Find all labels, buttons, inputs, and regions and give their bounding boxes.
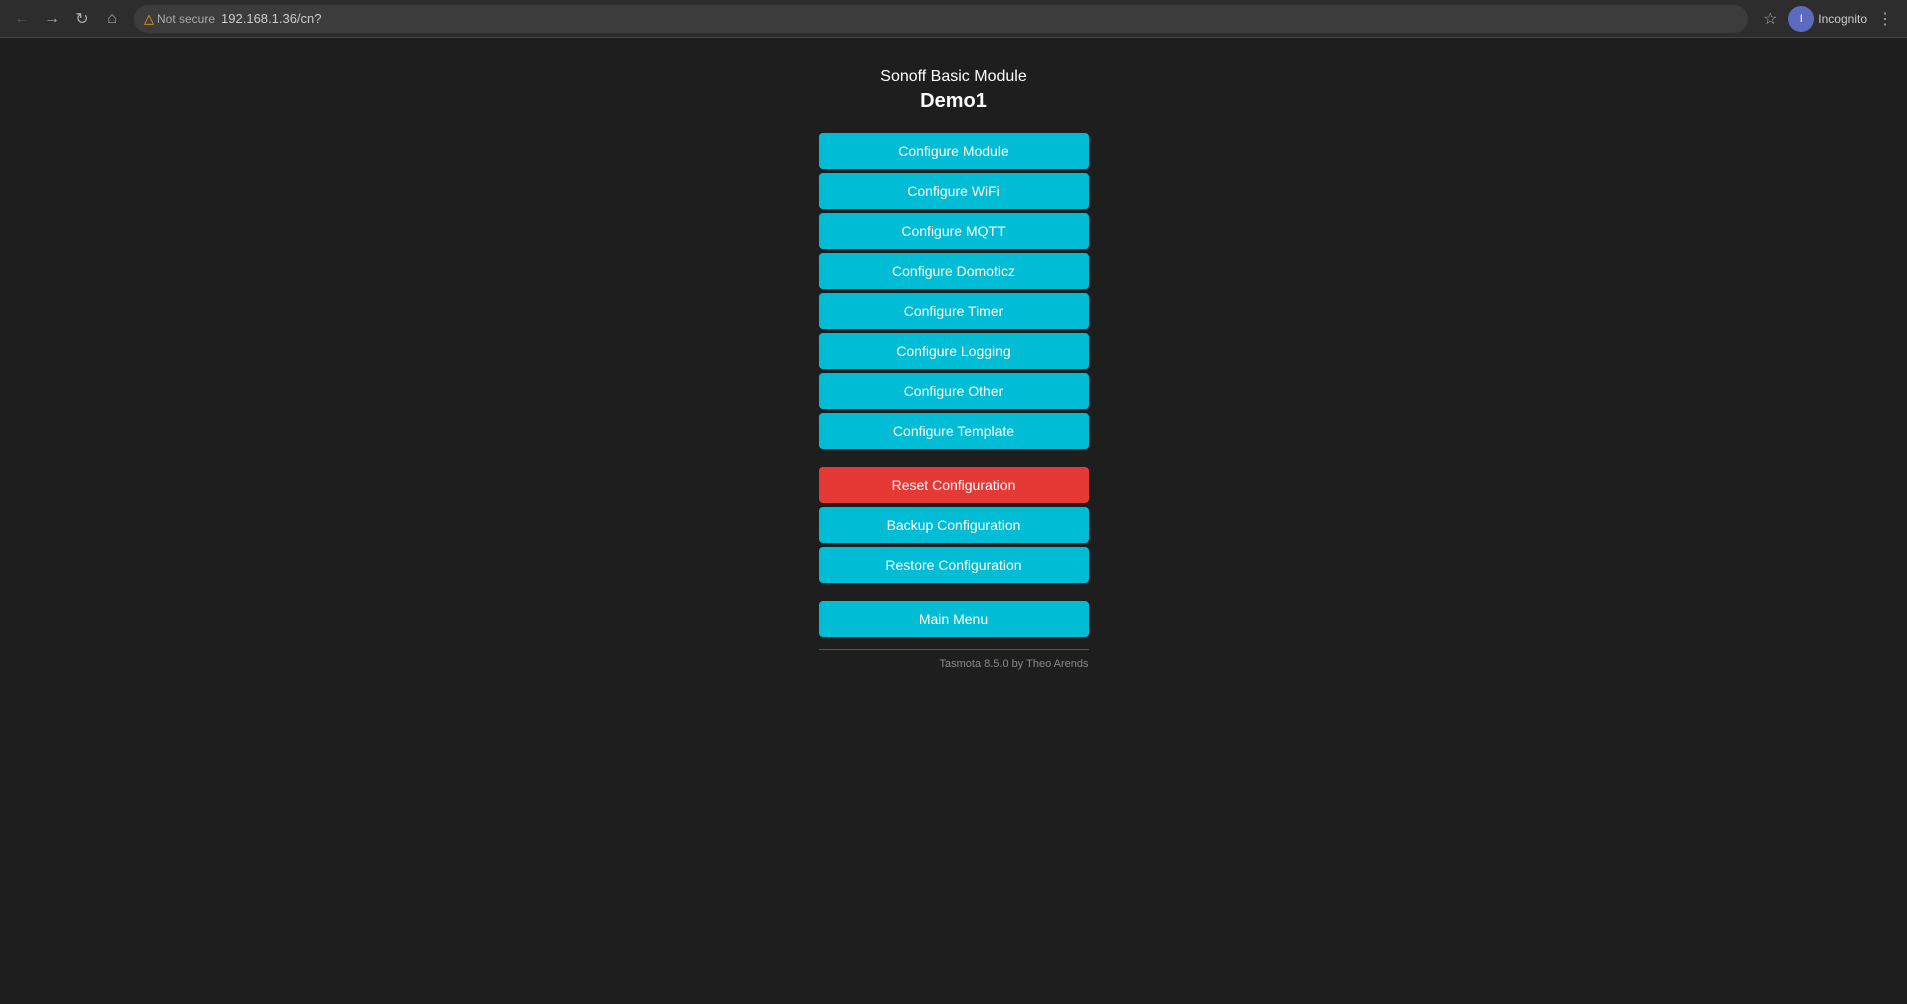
browser-chrome: ← → ↻ ⌂ △ Not secure 192.168.1.36/cn? ☆ …	[0, 0, 1907, 38]
home-button[interactable]: ⌂	[98, 5, 126, 33]
configure-module-button[interactable]: Configure Module	[819, 133, 1089, 169]
device-name: Demo1	[920, 90, 987, 113]
back-button[interactable]: ←	[8, 5, 36, 33]
incognito-label: Incognito	[1818, 12, 1867, 26]
configure-logging-button[interactable]: Configure Logging	[819, 333, 1089, 369]
warning-icon: △	[144, 11, 154, 27]
configure-other-button[interactable]: Configure Other	[819, 373, 1089, 409]
browser-right-controls: ☆ I Incognito ⋮	[1756, 5, 1899, 33]
footer-text: Tasmota 8.5.0 by Theo Arends	[819, 658, 1089, 670]
not-secure-label: Not secure	[157, 12, 215, 26]
page-title: Sonoff Basic Module	[880, 68, 1026, 86]
configure-mqtt-button[interactable]: Configure MQTT	[819, 213, 1089, 249]
user-initial: I	[1800, 13, 1803, 25]
configure-template-button[interactable]: Configure Template	[819, 413, 1089, 449]
configure-domoticz-button[interactable]: Configure Domoticz	[819, 253, 1089, 289]
restore-configuration-button[interactable]: Restore Configuration	[819, 547, 1089, 583]
nav-buttons: ← → ↻ ⌂	[8, 5, 126, 33]
spacer-2	[819, 587, 1089, 597]
user-avatar[interactable]: I	[1788, 6, 1814, 32]
buttons-container: Configure Module Configure WiFi Configur…	[819, 133, 1089, 670]
forward-button[interactable]: →	[38, 5, 66, 33]
reload-button[interactable]: ↻	[68, 5, 96, 33]
main-menu-button[interactable]: Main Menu	[819, 601, 1089, 637]
browser-menu-button[interactable]: ⋮	[1871, 5, 1899, 33]
page-content: Sonoff Basic Module Demo1 Configure Modu…	[0, 38, 1907, 1004]
spacer-1	[819, 453, 1089, 463]
footer-divider	[819, 649, 1089, 650]
security-badge: △ Not secure	[144, 11, 215, 27]
backup-configuration-button[interactable]: Backup Configuration	[819, 507, 1089, 543]
configure-wifi-button[interactable]: Configure WiFi	[819, 173, 1089, 209]
configure-timer-button[interactable]: Configure Timer	[819, 293, 1089, 329]
reset-configuration-button[interactable]: Reset Configuration	[819, 467, 1089, 503]
url-text: 192.168.1.36/cn?	[221, 11, 321, 26]
bookmark-button[interactable]: ☆	[1756, 5, 1784, 33]
address-bar[interactable]: △ Not secure 192.168.1.36/cn?	[134, 5, 1748, 33]
